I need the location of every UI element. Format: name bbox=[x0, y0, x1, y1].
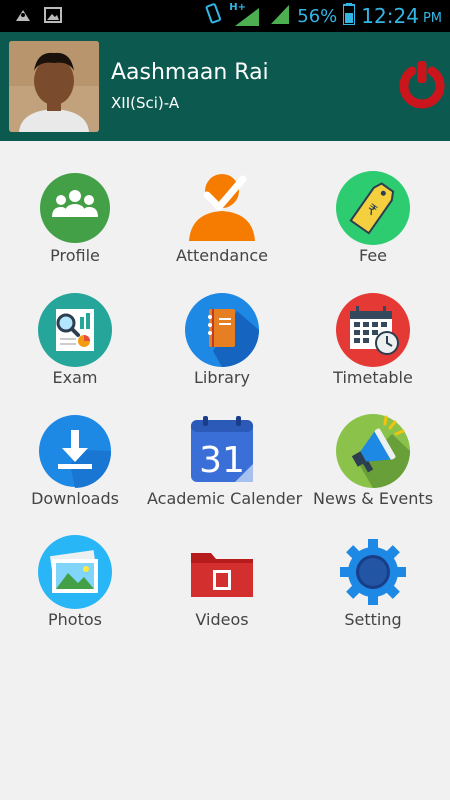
megaphone-icon bbox=[334, 412, 412, 490]
clock: 12:24 bbox=[361, 4, 419, 28]
power-icon bbox=[399, 61, 445, 109]
menu-item-photos[interactable]: Photos bbox=[0, 505, 150, 629]
student-class: XII(Sci)-A bbox=[111, 94, 180, 112]
menu-item-videos[interactable]: Videos bbox=[147, 505, 297, 629]
signal-hplus-icon: H+ bbox=[229, 2, 263, 28]
settings-gear-icon bbox=[334, 533, 412, 611]
attendance-icon bbox=[183, 169, 261, 247]
android-icon bbox=[14, 6, 32, 28]
menu-item-news-events[interactable]: News & Events bbox=[298, 384, 448, 508]
calendar-31-icon: 31 bbox=[183, 412, 261, 490]
avatar[interactable] bbox=[9, 41, 99, 132]
photos-icon bbox=[36, 533, 114, 611]
battery-icon bbox=[342, 3, 357, 29]
menu-item-downloads[interactable]: Downloads bbox=[0, 384, 150, 508]
menu-item-profile[interactable]: Profile bbox=[0, 141, 150, 265]
menu-item-timetable[interactable]: Timetable bbox=[298, 263, 448, 387]
clock-ampm: PM bbox=[422, 10, 442, 26]
signal-icon bbox=[269, 3, 291, 29]
timetable-calendar-icon bbox=[334, 291, 412, 369]
exam-report-icon bbox=[36, 291, 114, 369]
menu-item-fee[interactable]: ₹ Fee bbox=[298, 141, 448, 265]
fee-tag-icon: ₹ bbox=[334, 169, 412, 247]
video-folder-icon bbox=[183, 533, 261, 611]
menu-label: Photos bbox=[48, 610, 102, 629]
menu-label: Setting bbox=[344, 610, 402, 629]
profile-header: Aashmaan Rai XII(Sci)-A bbox=[0, 32, 450, 141]
menu-label: Videos bbox=[195, 610, 249, 629]
menu-item-academic-calender[interactable]: 31 Academic Calender bbox=[147, 384, 302, 508]
menu-item-library[interactable]: Library bbox=[147, 263, 297, 387]
logout-button[interactable] bbox=[396, 59, 448, 111]
download-icon bbox=[36, 412, 114, 490]
menu-item-setting[interactable]: Setting bbox=[298, 505, 448, 629]
library-book-icon bbox=[183, 291, 261, 369]
status-bar: H+ 56% 12:24 PM bbox=[0, 0, 450, 32]
image-icon bbox=[44, 6, 62, 28]
menu-item-exam[interactable]: Exam bbox=[0, 263, 150, 387]
profile-icon bbox=[36, 169, 114, 247]
vibrate-icon bbox=[203, 3, 223, 29]
calendar-day: 31 bbox=[199, 440, 245, 481]
menu-item-attendance[interactable]: Attendance bbox=[147, 141, 297, 265]
battery-percentage: 56% bbox=[297, 5, 338, 27]
student-name: Aashmaan Rai bbox=[111, 60, 269, 85]
